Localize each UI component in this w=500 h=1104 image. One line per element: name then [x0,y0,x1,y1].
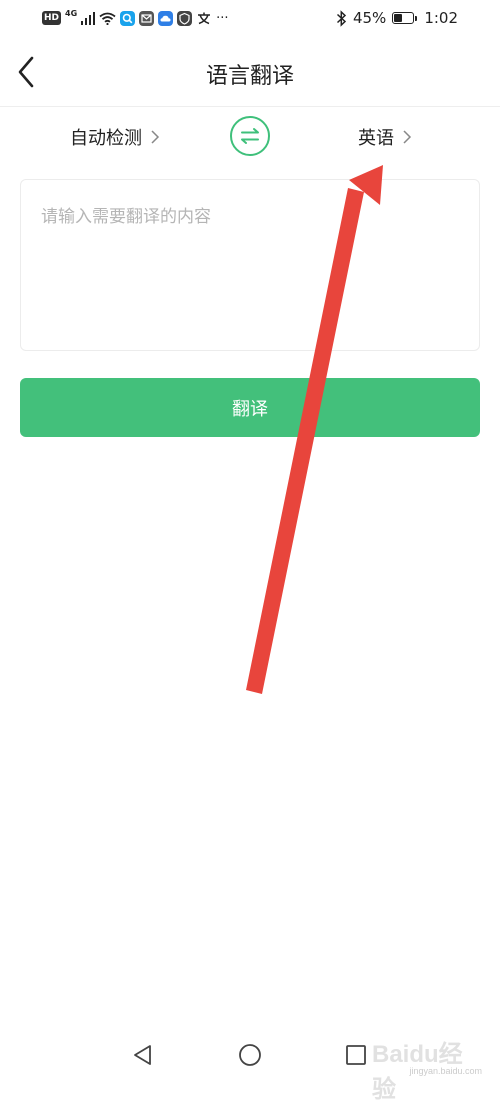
target-language-label: 英语 [358,128,394,149]
translation-input[interactable] [20,179,480,351]
cloud-app-icon [158,10,174,26]
translate-button[interactable]: 翻译 [20,378,480,437]
status-bar: HD 4G ··· 45% 1:02 [0,0,500,36]
battery-percent: 45% [352,9,387,27]
status-bar-left: HD 4G ··· [42,9,229,27]
more-notifications: ··· [216,10,229,26]
swap-arrows-icon [241,128,259,144]
system-nav-bar [0,1030,500,1083]
translate-app-icon [198,12,211,24]
shield-app-icon [177,10,193,26]
nav-home-button[interactable] [237,1042,263,1068]
status-bar-right: 45% 1:02 [336,8,458,28]
circle-home-icon [239,1044,261,1066]
language-selector-row: 自动检测 英语 [0,108,500,166]
wifi-icon [99,12,116,25]
chevron-right-icon [403,130,412,144]
clock: 1:02 [424,9,458,27]
source-language-label: 自动检测 [70,128,142,149]
mail-app-icon [139,10,155,26]
bluetooth-icon [336,9,347,27]
battery-level-fill [394,14,403,22]
hd-badge: HD [42,11,62,25]
nav-back-button[interactable] [130,1042,156,1068]
swap-languages-button[interactable] [230,116,270,156]
chevron-right-icon [151,130,160,144]
search-app-icon [120,10,136,26]
triangle-back-icon [134,1045,151,1065]
source-language-button[interactable]: 自动检测 [70,124,160,150]
page-title: 语言翻译 [205,64,294,89]
square-recent-icon [346,1045,366,1065]
signal-icon [81,11,96,25]
network-type: 4G [65,8,78,18]
app-header: 语言翻译 [0,36,500,107]
target-language-button[interactable]: 英语 [358,124,412,150]
nav-recent-button[interactable] [343,1042,369,1068]
battery-icon [392,12,418,24]
